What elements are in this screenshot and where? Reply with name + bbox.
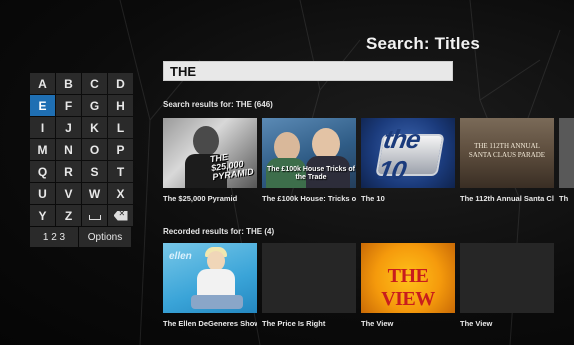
key-q[interactable]: Q bbox=[30, 161, 55, 182]
space-key[interactable] bbox=[82, 205, 107, 226]
result-tile[interactable]: Th bbox=[559, 118, 574, 203]
result-tile[interactable]: The £100k House Tricks of the Trade The … bbox=[262, 118, 356, 203]
key-z[interactable]: Z bbox=[56, 205, 81, 226]
thumbnail-placeholder bbox=[262, 243, 356, 313]
key-e[interactable]: E bbox=[30, 95, 55, 116]
tile-title: Th bbox=[559, 194, 569, 203]
key-f[interactable]: F bbox=[56, 95, 81, 116]
result-tile[interactable]: the 10 The 10 bbox=[361, 118, 455, 203]
key-w[interactable]: W bbox=[82, 183, 107, 204]
thumbnail-santa-parade: THE 112TH ANNUAL SANTA CLAUS PARADE bbox=[460, 118, 554, 188]
thumbnail-partial bbox=[559, 118, 574, 188]
thumbnail-text: THE VIEW bbox=[381, 265, 435, 310]
result-tile[interactable]: THE $25,000 PYRAMID The $25,000 Pyramid bbox=[163, 118, 257, 203]
thumbnail-placeholder bbox=[460, 243, 554, 313]
search-input[interactable]: THE bbox=[163, 61, 453, 81]
thumbnail-the-view: THE VIEW bbox=[361, 243, 455, 313]
key-l[interactable]: L bbox=[108, 117, 133, 138]
backspace-key[interactable] bbox=[108, 205, 133, 226]
key-i[interactable]: I bbox=[30, 117, 55, 138]
key-n[interactable]: N bbox=[56, 139, 81, 160]
key-p[interactable]: P bbox=[108, 139, 133, 160]
search-screen: Search: Titles A B C D E F G H I J K L M… bbox=[0, 0, 574, 345]
recorded-tile[interactable]: THE VIEW The View bbox=[361, 243, 455, 328]
recorded-tile[interactable]: The View bbox=[460, 243, 554, 328]
recorded-results-row: ellen The Ellen DeGeneres Show The Price… bbox=[163, 243, 554, 328]
thumbnail-100k-house: The £100k House Tricks of the Trade bbox=[262, 118, 356, 188]
key-y[interactable]: Y bbox=[30, 205, 55, 226]
thumbnail-text: THE 112TH ANNUAL SANTA CLAUS PARADE bbox=[468, 142, 546, 159]
space-key-icon bbox=[88, 215, 101, 220]
thumbnail-pyramid: THE $25,000 PYRAMID bbox=[163, 118, 257, 188]
key-m[interactable]: M bbox=[30, 139, 55, 160]
tile-title: The 112th Annual Santa Claus Parade bbox=[460, 194, 554, 203]
key-d[interactable]: D bbox=[108, 73, 133, 94]
thumbnail-the-10: the 10 bbox=[361, 118, 455, 188]
keyboard-bottom-row: 1 2 3 Options bbox=[30, 227, 131, 247]
key-g[interactable]: G bbox=[82, 95, 107, 116]
key-o[interactable]: O bbox=[82, 139, 107, 160]
tile-title: The View bbox=[460, 319, 493, 328]
key-a[interactable]: A bbox=[30, 73, 55, 94]
recorded-results-label: Recorded results for: THE (4) bbox=[163, 227, 275, 236]
key-k[interactable]: K bbox=[82, 117, 107, 138]
backspace-icon bbox=[113, 210, 128, 221]
result-tile[interactable]: THE 112TH ANNUAL SANTA CLAUS PARADE The … bbox=[460, 118, 554, 203]
search-results-row: THE $25,000 PYRAMID The $25,000 Pyramid … bbox=[163, 118, 574, 203]
keyboard-grid: A B C D E F G H I J K L M N O P Q R S T … bbox=[30, 73, 133, 226]
numbers-key[interactable]: 1 2 3 bbox=[30, 227, 78, 247]
thumbnail-ellen: ellen bbox=[163, 243, 257, 313]
key-x[interactable]: X bbox=[108, 183, 133, 204]
onscreen-keyboard: A B C D E F G H I J K L M N O P Q R S T … bbox=[30, 73, 133, 247]
thumbnail-text: ellen bbox=[169, 251, 192, 262]
key-t[interactable]: T bbox=[108, 161, 133, 182]
recorded-tile[interactable]: The Price Is Right bbox=[262, 243, 356, 328]
tile-title: The Price Is Right bbox=[262, 319, 326, 328]
key-s[interactable]: S bbox=[82, 161, 107, 182]
key-u[interactable]: U bbox=[30, 183, 55, 204]
key-h[interactable]: H bbox=[108, 95, 133, 116]
key-c[interactable]: C bbox=[82, 73, 107, 94]
key-v[interactable]: V bbox=[56, 183, 81, 204]
recorded-tile[interactable]: ellen The Ellen DeGeneres Show bbox=[163, 243, 257, 328]
key-r[interactable]: R bbox=[56, 161, 81, 182]
key-b[interactable]: B bbox=[56, 73, 81, 94]
tile-title: The View bbox=[361, 319, 394, 328]
tile-title: The £100k House: Tricks of the Trade bbox=[262, 194, 356, 203]
thumbnail-text: the 10 bbox=[375, 124, 423, 185]
tile-title: The $25,000 Pyramid bbox=[163, 194, 238, 203]
search-results-label: Search results for: THE (646) bbox=[163, 100, 273, 109]
key-j[interactable]: J bbox=[56, 117, 81, 138]
options-key[interactable]: Options bbox=[79, 227, 131, 247]
tile-title: The 10 bbox=[361, 194, 385, 203]
thumbnail-text: THE $25,000 PYRAMID bbox=[209, 151, 255, 183]
tile-title: The Ellen DeGeneres Show bbox=[163, 319, 257, 328]
thumbnail-text: The £100k House Tricks of the Trade bbox=[267, 166, 355, 181]
page-title: Search: Titles bbox=[366, 34, 480, 53]
